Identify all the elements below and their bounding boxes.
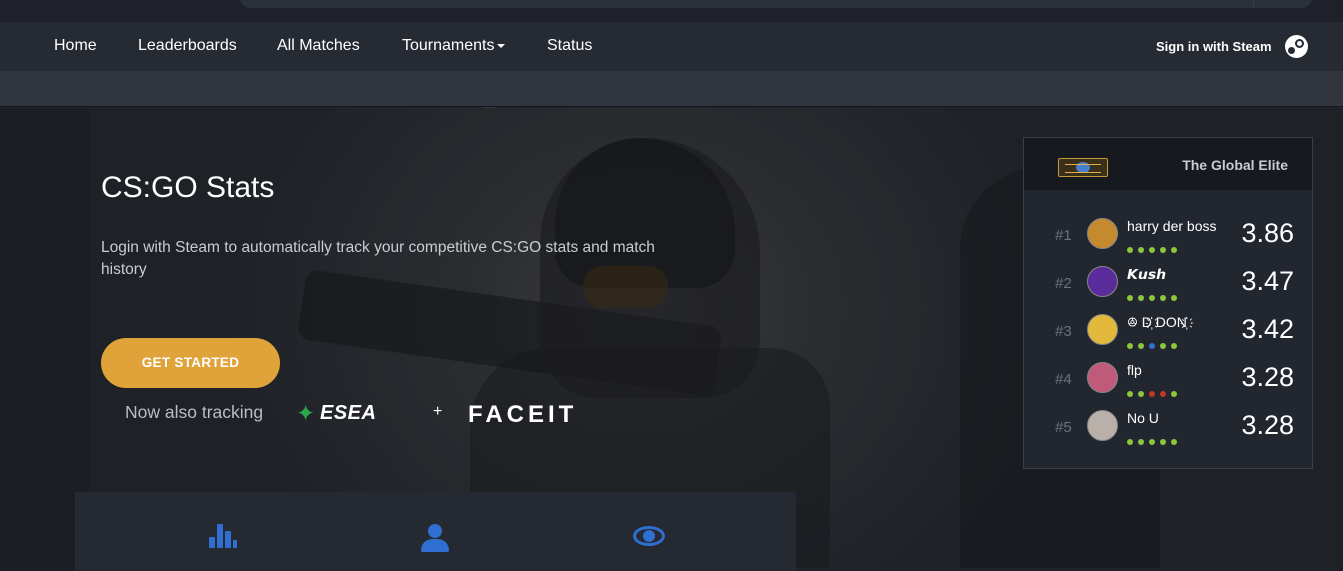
chevron-down-icon bbox=[496, 43, 505, 48]
nav-all-matches[interactable]: All Matches bbox=[277, 37, 360, 55]
sub-bar bbox=[0, 71, 1343, 112]
get-started-button[interactable]: GET STARTED bbox=[101, 338, 280, 388]
result-dot bbox=[1160, 391, 1166, 397]
result-dot bbox=[1171, 343, 1177, 349]
main-nav: Home Leaderboards All Matches Tournament… bbox=[0, 22, 1343, 71]
leaderboard-row[interactable]: #2 𝙆𝙪𝙨𝙝 3.47 bbox=[1024, 264, 1312, 304]
player-score: 3.28 bbox=[1241, 362, 1294, 392]
player-avatar[interactable] bbox=[1087, 218, 1118, 249]
result-dot bbox=[1138, 439, 1144, 445]
bar-chart-icon bbox=[209, 524, 237, 548]
leaderboard-row[interactable]: #4 flp 3.28 bbox=[1024, 360, 1312, 400]
player-name[interactable]: 𝙆𝙪𝙨𝙝 bbox=[1127, 266, 1166, 283]
leaderboard-title: The Global Elite bbox=[1182, 157, 1288, 173]
result-dot bbox=[1127, 247, 1133, 253]
result-dot bbox=[1127, 343, 1133, 349]
result-dot bbox=[1138, 295, 1144, 301]
features-panel bbox=[75, 492, 796, 571]
result-dot bbox=[1171, 247, 1177, 253]
player-avatar[interactable] bbox=[1087, 362, 1118, 393]
player-score: 3.47 bbox=[1241, 266, 1294, 296]
result-dot bbox=[1149, 391, 1155, 397]
player-name[interactable]: No U bbox=[1127, 410, 1159, 426]
result-dot bbox=[1160, 439, 1166, 445]
user-icon bbox=[421, 524, 449, 552]
recent-results bbox=[1127, 384, 1182, 397]
player-rank: #2 bbox=[1055, 275, 1072, 292]
result-dot bbox=[1127, 295, 1133, 301]
result-dot bbox=[1138, 247, 1144, 253]
player-name[interactable]: flp bbox=[1127, 362, 1142, 378]
result-dot bbox=[1171, 391, 1177, 397]
player-score: 3.86 bbox=[1241, 218, 1294, 248]
result-dot bbox=[1171, 439, 1177, 445]
nav-home[interactable]: Home bbox=[54, 37, 97, 55]
search-divider bbox=[1253, 0, 1254, 8]
result-dot bbox=[1138, 343, 1144, 349]
result-dot bbox=[1160, 295, 1166, 301]
esea-logo-text: ESEA bbox=[320, 402, 377, 424]
recent-results bbox=[1127, 336, 1182, 349]
signin-steam-link[interactable]: Sign in with Steam bbox=[1156, 39, 1272, 54]
result-dot bbox=[1160, 343, 1166, 349]
leaderboard-row[interactable]: #1 harry der boss 3.86 bbox=[1024, 216, 1312, 256]
result-dot bbox=[1149, 295, 1155, 301]
plus-sign: + bbox=[433, 403, 443, 420]
player-score: 3.42 bbox=[1241, 314, 1294, 344]
result-dot bbox=[1149, 343, 1155, 349]
faceit-logo[interactable]: FACEIT bbox=[468, 401, 577, 429]
player-avatar[interactable] bbox=[1087, 314, 1118, 345]
player-name[interactable]: ꔮ D҉ DON҉ bbox=[1127, 314, 1187, 331]
recent-results bbox=[1127, 288, 1182, 301]
result-dot bbox=[1160, 247, 1166, 253]
result-dot bbox=[1149, 439, 1155, 445]
result-dot bbox=[1127, 391, 1133, 397]
recent-results bbox=[1127, 240, 1182, 253]
player-rank: #3 bbox=[1055, 323, 1072, 340]
hero-description: Login with Steam to automatically track … bbox=[101, 239, 655, 278]
leaderboard-card: The Global Elite #1 harry der boss 3.86 #2 𝙆… bbox=[1023, 137, 1313, 469]
leaderboard-row[interactable]: #5 No U 3.28 bbox=[1024, 408, 1312, 448]
recent-results bbox=[1127, 432, 1182, 445]
player-score: 3.28 bbox=[1241, 410, 1294, 440]
result-dot bbox=[1171, 295, 1177, 301]
player-rank: #4 bbox=[1055, 371, 1072, 388]
nav-tournaments-label: Tournaments bbox=[402, 37, 495, 54]
nav-leaderboards[interactable]: Leaderboards bbox=[138, 37, 237, 55]
leaderboard-header: The Global Elite bbox=[1024, 138, 1312, 190]
steam-icon[interactable] bbox=[1285, 35, 1308, 58]
player-rank: #1 bbox=[1055, 227, 1072, 244]
result-dot bbox=[1149, 247, 1155, 253]
player-avatar[interactable] bbox=[1087, 266, 1118, 297]
nav-tournaments[interactable]: Tournaments bbox=[402, 37, 505, 55]
player-avatar[interactable] bbox=[1087, 410, 1118, 441]
top-strip bbox=[0, 0, 1343, 22]
eye-icon bbox=[633, 524, 665, 548]
result-dot bbox=[1138, 391, 1144, 397]
page-title: CS:GO Stats bbox=[101, 171, 275, 204]
also-tracking-label: Now also tracking bbox=[125, 402, 264, 422]
player-rank: #5 bbox=[1055, 419, 1072, 436]
search-bar[interactable] bbox=[240, 0, 1312, 8]
nav-status[interactable]: Status bbox=[547, 37, 592, 55]
esea-star-icon: ✦ bbox=[296, 400, 316, 426]
player-name[interactable]: harry der boss bbox=[1127, 218, 1216, 234]
leaderboard-row[interactable]: #3 ꔮ D҉ DON҉ 3.42 bbox=[1024, 312, 1312, 352]
global-elite-rank-icon bbox=[1058, 158, 1108, 177]
result-dot bbox=[1127, 439, 1133, 445]
